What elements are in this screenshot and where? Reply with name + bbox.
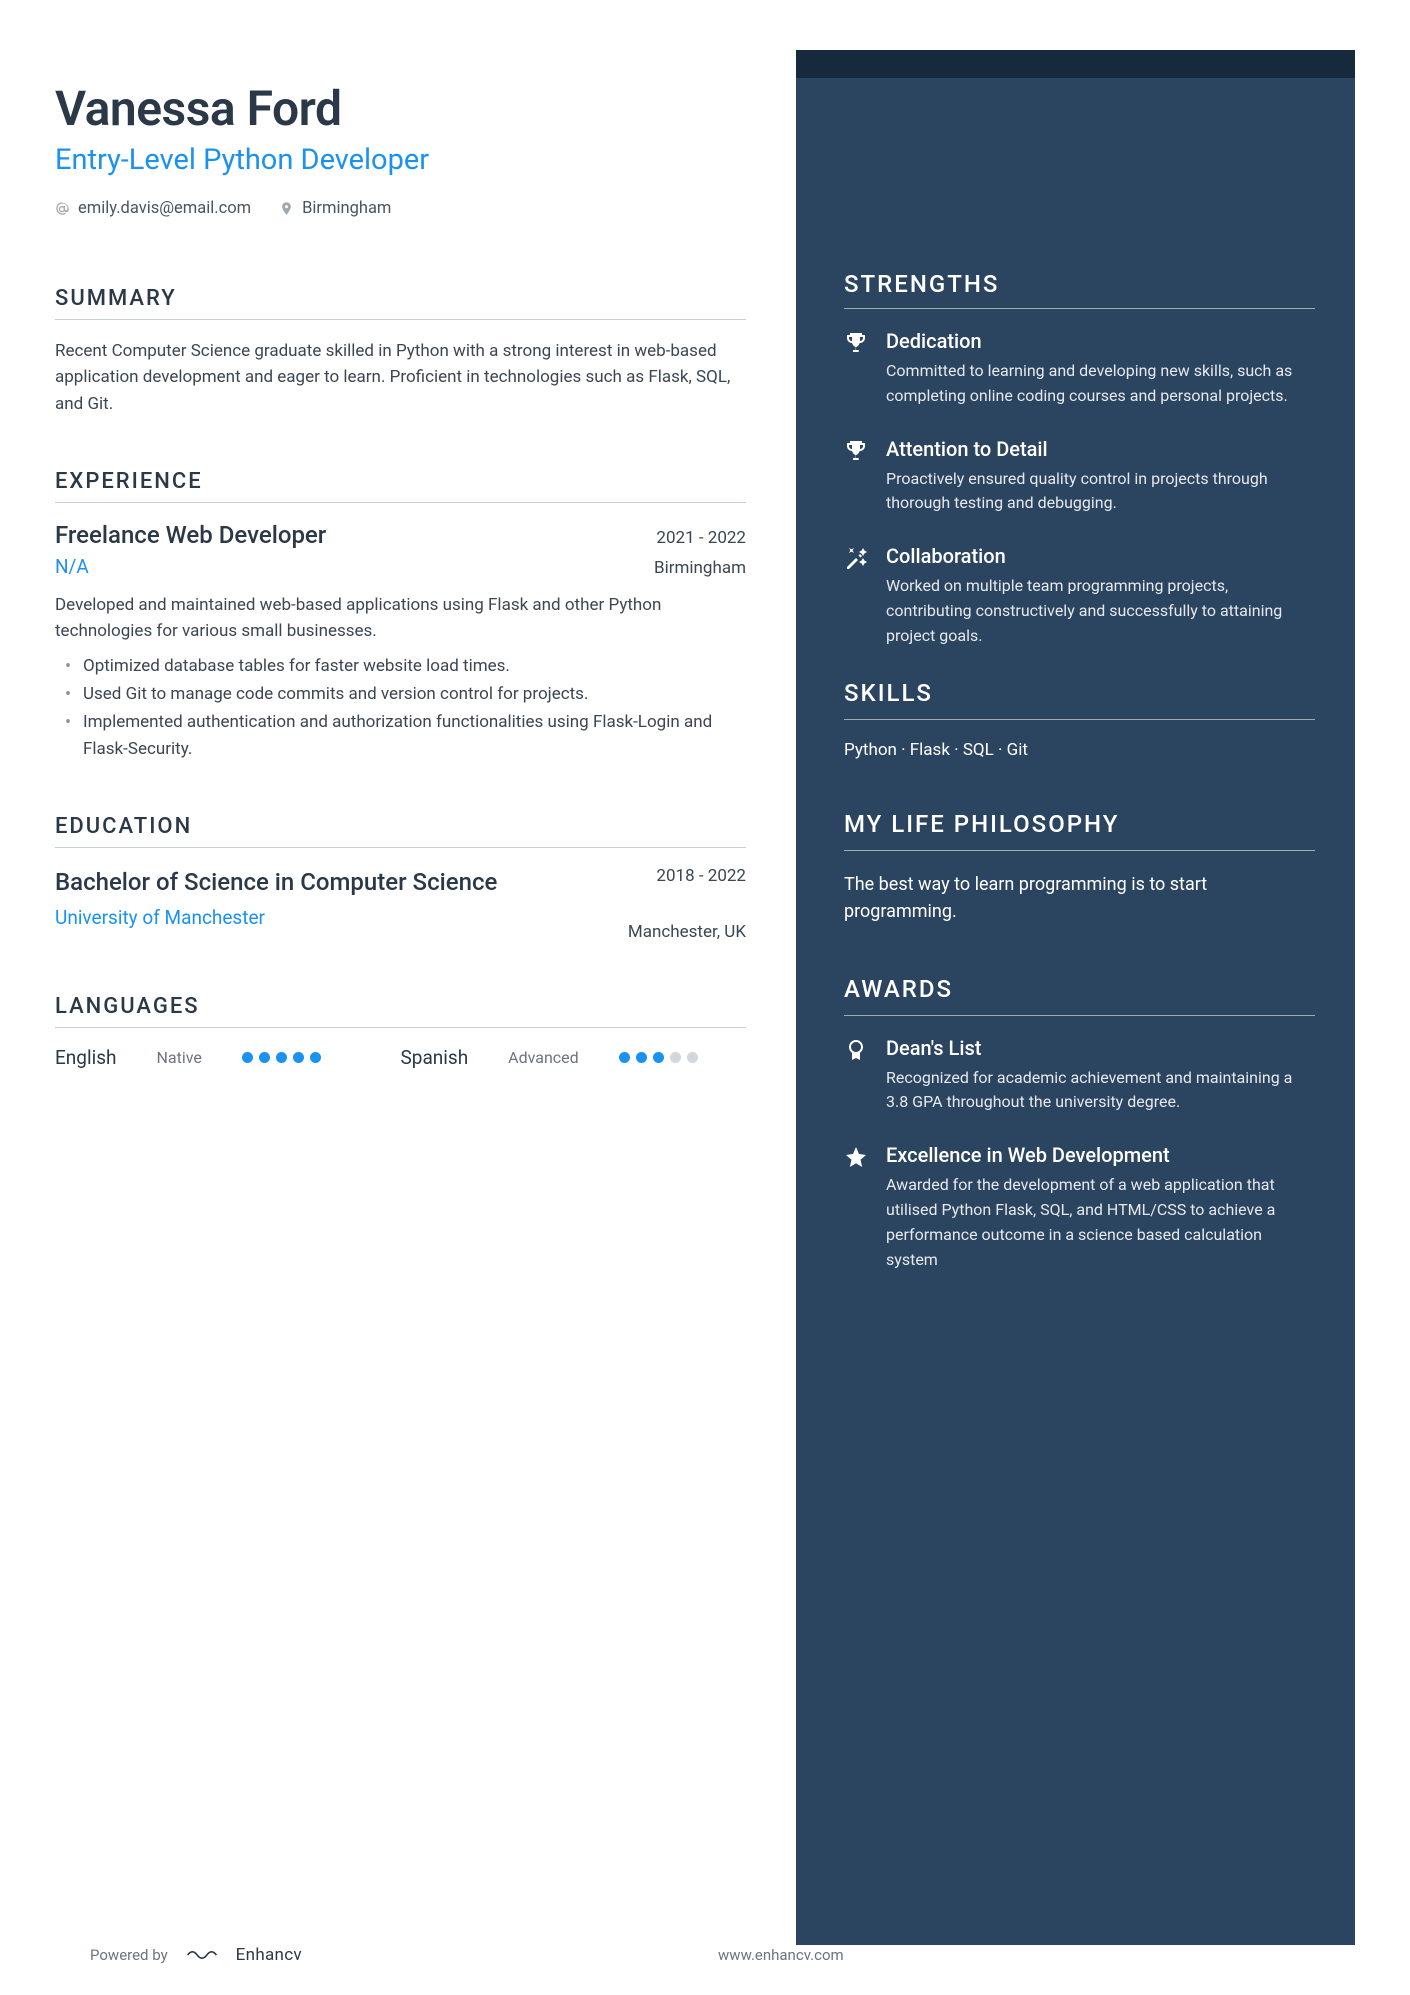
experience-bullets: Optimized database tables for faster web…	[55, 653, 746, 762]
footer: Powered by Enhancv www.enhancv.com	[90, 1945, 844, 1965]
sidebar: STRENGTHS Dedication Committed to learni…	[796, 50, 1355, 1945]
experience-heading: EXPERIENCE	[55, 469, 746, 494]
resume-page: Vanessa Ford Entry-Level Python Develope…	[0, 0, 1410, 1995]
award-title: Excellence in Web Development	[886, 1143, 1315, 1167]
strengths-heading: STRENGTHS	[844, 270, 1315, 298]
education-location: Manchester, UK	[628, 922, 746, 942]
award-desc: Awarded for the development of a web app…	[886, 1173, 1315, 1272]
strength-desc: Committed to learning and developing new…	[886, 359, 1315, 409]
language-item: Spanish Advanced	[401, 1046, 747, 1069]
strength-item: Attention to Detail Proactively ensured …	[844, 437, 1315, 517]
dot	[687, 1052, 698, 1063]
language-name: Spanish	[401, 1046, 469, 1069]
philosophy-text: The best way to learn programming is to …	[844, 871, 1315, 925]
award-item: Excellence in Web Development Awarded fo…	[844, 1143, 1315, 1272]
dot	[242, 1052, 253, 1063]
strength-desc: Proactively ensured quality control in p…	[886, 467, 1315, 517]
dot	[653, 1052, 664, 1063]
experience-title: Freelance Web Developer	[55, 521, 326, 549]
language-level: Native	[156, 1048, 201, 1067]
powered-by-label: Powered by	[90, 1946, 168, 1964]
awards-heading: AWARDS	[844, 975, 1315, 1003]
medal-icon	[844, 1038, 868, 1062]
trophy-icon	[844, 331, 868, 355]
divider	[55, 1027, 746, 1028]
brand-name: Enhancv	[236, 1945, 302, 1965]
wand-icon	[844, 546, 868, 570]
location-text: Birmingham	[302, 199, 391, 218]
experience-item: Freelance Web Developer 2021 - 2022 N/A …	[55, 521, 746, 762]
job-title: Entry-Level Python Developer	[55, 143, 746, 177]
bullet: Implemented authentication and authoriza…	[59, 709, 746, 762]
star-icon	[844, 1145, 868, 1169]
strength-title: Collaboration	[886, 544, 1315, 568]
experience-location: Birmingham	[654, 558, 746, 578]
dot	[259, 1052, 270, 1063]
footer-url: www.enhancv.com	[718, 1946, 844, 1964]
award-item: Dean's List Recognized for academic achi…	[844, 1036, 1315, 1116]
divider	[55, 502, 746, 503]
languages-row: English Native Spanish Advanced	[55, 1046, 746, 1069]
language-level: Advanced	[508, 1048, 579, 1067]
bullet: Optimized database tables for faster web…	[59, 653, 746, 679]
divider	[844, 850, 1315, 851]
divider	[55, 319, 746, 320]
language-name: English	[55, 1046, 116, 1069]
philosophy-heading: MY LIFE PHILOSOPHY	[844, 810, 1315, 838]
divider	[844, 308, 1315, 309]
strength-title: Dedication	[886, 329, 1315, 353]
education-heading: EDUCATION	[55, 814, 746, 839]
dot	[276, 1052, 287, 1063]
education-degree: Bachelor of Science in Computer Science	[55, 866, 598, 898]
strength-item: Dedication Committed to learning and dev…	[844, 329, 1315, 409]
contact-email: emily.davis@email.com	[55, 199, 251, 218]
skills-list: Python · Flask · SQL · Git	[844, 740, 1315, 760]
education-item: Bachelor of Science in Computer Science …	[55, 866, 746, 942]
at-icon	[55, 201, 70, 216]
education-school: University of Manchester	[55, 906, 598, 929]
experience-dates: 2021 - 2022	[656, 528, 746, 548]
languages-heading: LANGUAGES	[55, 994, 746, 1019]
award-title: Dean's List	[886, 1036, 1315, 1060]
person-name: Vanessa Ford	[55, 80, 746, 137]
dot	[293, 1052, 304, 1063]
proficiency-dots	[619, 1052, 698, 1063]
summary-heading: SUMMARY	[55, 286, 746, 311]
proficiency-dots	[242, 1052, 321, 1063]
dot	[636, 1052, 647, 1063]
dot	[310, 1052, 321, 1063]
contact-row: emily.davis@email.com Birmingham	[55, 199, 746, 218]
strength-desc: Worked on multiple team programming proj…	[886, 574, 1315, 648]
trophy-icon	[844, 439, 868, 463]
language-item: English Native	[55, 1046, 401, 1069]
divider	[55, 847, 746, 848]
contact-location: Birmingham	[279, 199, 391, 218]
award-desc: Recognized for academic achievement and …	[886, 1066, 1315, 1116]
divider	[844, 719, 1315, 720]
dot	[619, 1052, 630, 1063]
experience-desc: Developed and maintained web-based appli…	[55, 592, 746, 645]
experience-company: N/A	[55, 555, 89, 578]
strength-item: Collaboration Worked on multiple team pr…	[844, 544, 1315, 648]
email-text: emily.davis@email.com	[78, 199, 251, 218]
education-dates: 2018 - 2022	[628, 866, 746, 886]
main-column: Vanessa Ford Entry-Level Python Develope…	[55, 50, 796, 1945]
strength-title: Attention to Detail	[886, 437, 1315, 461]
summary-text: Recent Computer Science graduate skilled…	[55, 338, 746, 417]
enhancv-logo-icon	[186, 1945, 218, 1965]
skills-heading: SKILLS	[844, 679, 1315, 707]
dot	[670, 1052, 681, 1063]
pin-icon	[279, 201, 294, 216]
bullet: Used Git to manage code commits and vers…	[59, 681, 746, 707]
divider	[844, 1015, 1315, 1016]
sidebar-top-bar	[796, 50, 1355, 78]
